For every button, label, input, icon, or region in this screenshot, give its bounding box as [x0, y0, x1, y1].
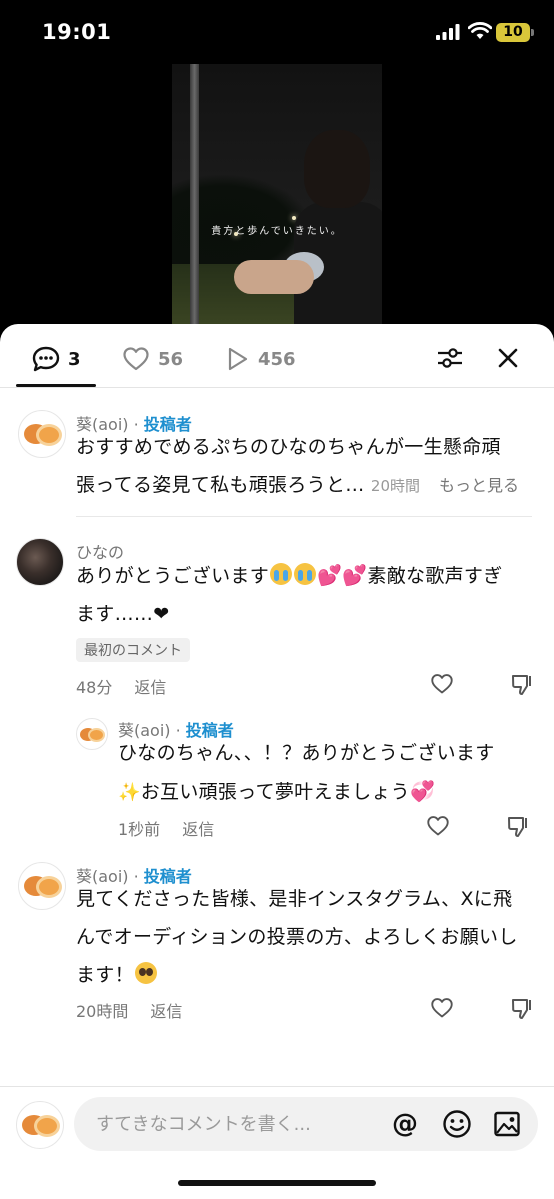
- mention-button[interactable]: @: [390, 1109, 420, 1139]
- comment-line-wrap: ✨お互い頑張って夢叶えましょう💞: [118, 772, 538, 812]
- comment-line: ひなのちゃん、、！？ありがとうございます: [118, 742, 495, 764]
- comment-time: 48分: [76, 678, 113, 697]
- likes-count: 56: [158, 348, 184, 370]
- comment-line-wrap: 張ってる姿見て私も頑張ろうと… 20時間 もっと見る: [76, 466, 536, 505]
- my-avatar[interactable]: [16, 1101, 64, 1149]
- dislike-button[interactable]: [508, 994, 536, 1022]
- at-sign-icon: @: [392, 1109, 418, 1139]
- comment-line: ます！: [76, 964, 134, 986]
- smiley-icon: [443, 1110, 471, 1138]
- image-icon: [494, 1111, 520, 1137]
- comment-meta: 48分 返信: [76, 674, 188, 698]
- thumbs-down-icon: [512, 675, 531, 695]
- sparkling-heart-icon: 💞: [409, 779, 436, 803]
- like-button[interactable]: [428, 670, 456, 698]
- tab-views[interactable]: 456: [224, 344, 296, 374]
- crying-emoji-icon: [270, 563, 293, 585]
- comment-meta: 1秒前 返信: [118, 816, 236, 840]
- sparkles-icon: ✨: [118, 782, 141, 803]
- comment-line-wrap: ありがとうございます 💕💕素敵な歌声すぎ: [76, 556, 536, 595]
- comments-count: 3: [68, 348, 81, 370]
- comment-sheet: 3 56 456 葵(aoi) · 投稿者 おすすめでめるぷちのひなのちゃんが一…: [0, 324, 554, 1199]
- heart-icon: [123, 347, 149, 371]
- toast-icon: [88, 728, 105, 742]
- avatar[interactable]: [18, 862, 66, 910]
- toast-icon: [36, 424, 62, 446]
- comment-line: 見てくださった皆様、是非インスタグラム、Xに飛: [76, 888, 513, 910]
- reply-button[interactable]: 返信: [150, 1002, 182, 1021]
- tab-likes[interactable]: 56: [122, 344, 183, 374]
- comment-line-wrap: ます！: [76, 956, 540, 994]
- person-head: [304, 130, 370, 208]
- comment-line: 素敵な歌声すぎ: [367, 565, 503, 587]
- video-player[interactable]: 貴方と歩んでいきたい。: [172, 64, 382, 324]
- avatar[interactable]: [76, 718, 108, 750]
- crying-emoji-icon: [294, 563, 317, 585]
- video-caption: 貴方と歩んでいきたい。: [211, 226, 343, 237]
- views-count: 456: [258, 348, 296, 370]
- comment-text: おすすめでめるぷちのひなのちゃんが一生懸命頑 張ってる姿見て私も頑張ろうと… 2…: [76, 428, 536, 505]
- status-time: 19:01: [42, 20, 112, 44]
- reply-button[interactable]: 返信: [182, 820, 214, 839]
- play-icon: [228, 347, 248, 371]
- toast-icon: [34, 1115, 60, 1137]
- heart-icon: [427, 816, 449, 836]
- pleading-face-icon: [134, 962, 157, 984]
- emoji-button[interactable]: [442, 1109, 472, 1139]
- see-more-link[interactable]: もっと見る: [439, 476, 519, 495]
- comment-line: お互い頑張って夢叶えましょう: [140, 781, 410, 803]
- comment-input-pill: @: [74, 1097, 538, 1151]
- person-arm: [234, 260, 314, 294]
- cellular-signal-icon: [436, 24, 460, 40]
- comment-text: ひなのちゃん、、！？ありがとうございます ✨お互い頑張って夢叶えましょう💞: [118, 734, 538, 812]
- battery-nub: [531, 29, 534, 36]
- close-icon: [498, 348, 518, 368]
- close-button[interactable]: [492, 342, 524, 374]
- active-tab-indicator: [16, 384, 96, 387]
- avatar[interactable]: [16, 538, 64, 586]
- heart-icon: [431, 998, 453, 1018]
- comment-bubble-icon: [32, 346, 60, 372]
- like-button[interactable]: [424, 812, 452, 840]
- comment-line: 張ってる姿見て私も頑張ろうと…: [76, 474, 365, 496]
- comment-input[interactable]: [96, 1097, 386, 1151]
- two-hearts-icon: 💕: [317, 563, 343, 587]
- heart-icon: [431, 674, 453, 694]
- comment-time: 20時間: [370, 477, 420, 495]
- avatar[interactable]: [18, 410, 66, 458]
- thumbs-down-icon: [512, 999, 531, 1019]
- video-pole: [190, 64, 199, 324]
- thumbs-down-icon: [508, 817, 527, 837]
- comment-line: おすすめでめるぷちのひなのちゃんが一生懸命頑: [76, 436, 501, 458]
- like-button[interactable]: [428, 994, 456, 1022]
- comment-tabs: 3 56 456: [0, 324, 554, 388]
- comment-time: 1秒前: [118, 820, 161, 839]
- tab-comments[interactable]: 3: [32, 344, 81, 374]
- comment-line: んでオーディションの投票の方、よろしくお願いし: [76, 926, 518, 948]
- dislike-button[interactable]: [508, 670, 536, 698]
- reply-button[interactable]: 返信: [134, 678, 166, 697]
- wifi-icon: [468, 22, 492, 39]
- comment-line: ます……❤: [76, 603, 170, 625]
- divider: [76, 516, 532, 517]
- sliders-icon: [438, 348, 462, 368]
- comment-text: 見てくださった皆様、是非インスタグラム、Xに飛 んでオーディションの投票の方、よ…: [76, 880, 540, 994]
- comment-text: ありがとうございます 💕💕素敵な歌声すぎ ます……❤: [76, 556, 536, 633]
- comment-line: ありがとうございます: [76, 565, 270, 587]
- dislike-button[interactable]: [504, 812, 532, 840]
- image-button[interactable]: [492, 1109, 522, 1139]
- comment-time: 20時間: [76, 1002, 129, 1021]
- first-comment-badge: 最初のコメント: [76, 638, 190, 662]
- two-hearts-icon: 💕: [342, 563, 368, 587]
- status-bar: 19:01 10: [0, 0, 554, 64]
- battery-level: 10: [496, 23, 530, 42]
- home-indicator: [178, 1180, 376, 1186]
- comment-meta: 20時間 返信: [76, 998, 204, 1022]
- toast-icon: [36, 876, 62, 898]
- filter-button[interactable]: [434, 342, 466, 374]
